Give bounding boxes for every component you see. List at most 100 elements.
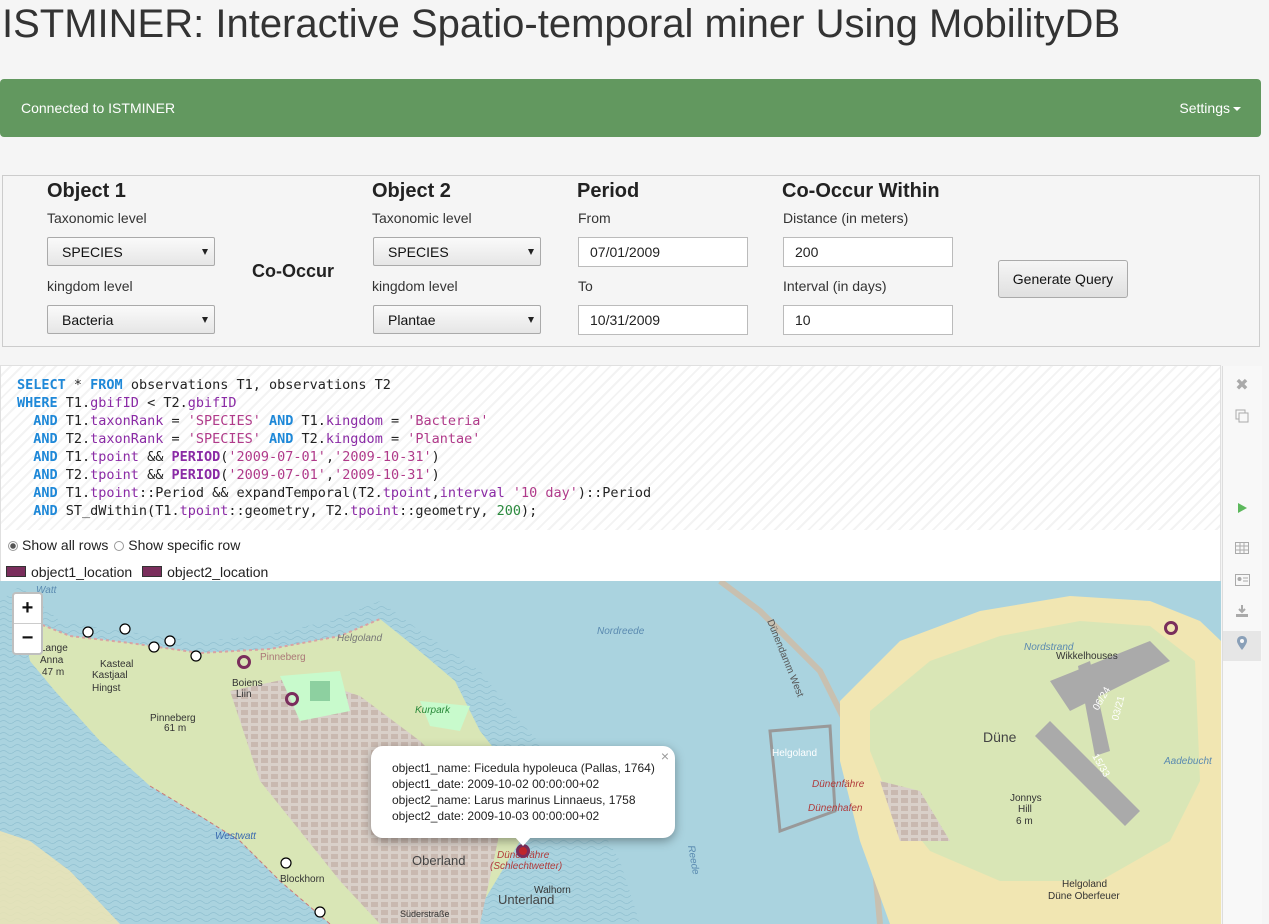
map-label: Pinneberg bbox=[260, 652, 306, 663]
generate-query-button[interactable]: Generate Query bbox=[998, 260, 1128, 298]
map-label: Kurpark bbox=[415, 705, 451, 716]
show-all-label: Show all rows bbox=[22, 537, 109, 553]
object1-kingdom-value: Bacteria bbox=[62, 312, 114, 328]
card-icon[interactable] bbox=[1223, 567, 1261, 595]
zoom-out-button[interactable]: − bbox=[14, 624, 41, 653]
map-label: Aadebucht bbox=[1163, 756, 1213, 767]
location-marker[interactable] bbox=[516, 844, 530, 858]
map-label: 6 m bbox=[1016, 816, 1033, 827]
settings-label: Settings bbox=[1179, 100, 1230, 116]
sql-line: AND ST_dWithin(T1.tpoint::geometry, T2.t… bbox=[33, 503, 538, 519]
object2-heading: Object 2 bbox=[372, 180, 451, 202]
map-label: Wikkelhouses bbox=[1056, 651, 1118, 662]
map-label: Oberland bbox=[412, 853, 465, 868]
period-to-label: To bbox=[578, 278, 593, 294]
map-label: Jonnys bbox=[1010, 793, 1042, 804]
period-to-input[interactable]: 10/31/2009 bbox=[578, 305, 748, 335]
settings-dropdown[interactable]: Settings bbox=[1179, 100, 1241, 116]
show-all-radio[interactable] bbox=[8, 541, 18, 551]
map-label: 61 m bbox=[164, 723, 186, 734]
object1-heading: Object 1 bbox=[47, 180, 126, 202]
sql-line: AND T2.tpoint && PERIOD('2009-07-01','20… bbox=[33, 467, 440, 483]
map-label: Reede bbox=[685, 845, 701, 876]
popup-object2-date: object2_date: 2009-10-03 00:00:00+02 bbox=[392, 809, 600, 823]
map-label: Lange bbox=[40, 643, 68, 654]
sql-line: WHERE T1.gbifID < T2.gbifID bbox=[17, 395, 237, 411]
sql-line: AND T1.tpoint && PERIOD('2009-07-01','20… bbox=[33, 449, 440, 465]
map-label: Nordreede bbox=[597, 626, 645, 637]
map-label: Helgoland bbox=[1062, 879, 1107, 890]
show-specific-radio[interactable] bbox=[114, 541, 125, 551]
copy-icon[interactable] bbox=[1223, 404, 1261, 432]
legend-swatch bbox=[6, 566, 26, 577]
connection-status: Connected to ISTMINER bbox=[21, 100, 176, 116]
run-icon[interactable] bbox=[1223, 495, 1261, 523]
period-heading: Period bbox=[577, 180, 640, 202]
navbar: Connected to ISTMINER Settings bbox=[0, 79, 1261, 137]
object2-kingdom-value: Plantae bbox=[388, 312, 436, 328]
download-icon[interactable] bbox=[1223, 599, 1261, 627]
object2-taxonomic-value: SPECIES bbox=[388, 244, 449, 260]
sql-line: AND T2.taxonRank = 'SPECIES' AND T2.king… bbox=[33, 431, 481, 447]
distance-input[interactable]: 200 bbox=[783, 237, 953, 267]
map-label: Helgoland bbox=[772, 748, 817, 759]
close-icon[interactable]: ✖ bbox=[1223, 372, 1261, 400]
map-label: Dünenhafen bbox=[808, 803, 863, 814]
legend-swatch bbox=[142, 566, 163, 577]
sql-query-editor[interactable]: SELECT * FROM observations T1, observati… bbox=[1, 366, 1220, 530]
map-marker-icon[interactable] bbox=[1223, 631, 1261, 661]
map-label: Kasteal bbox=[100, 659, 133, 670]
object1-taxonomic-value: SPECIES bbox=[62, 244, 123, 260]
object2-taxonomic-select[interactable]: SPECIES bbox=[373, 237, 541, 266]
object1-taxonomic-select[interactable]: SPECIES bbox=[47, 237, 215, 266]
interval-input[interactable]: 10 bbox=[783, 305, 953, 335]
row-options: Show all rows Show specific row bbox=[8, 537, 240, 553]
legend-object2: object2_location bbox=[167, 564, 269, 580]
period-from-input[interactable]: 07/01/2009 bbox=[578, 237, 748, 267]
popup-object2-name: object2_name: Larus marinus Linnaeus, 17… bbox=[392, 793, 636, 807]
map-legend: object1_location object2_location bbox=[6, 564, 268, 580]
sql-line: AND T1.taxonRank = 'SPECIES' AND T1.king… bbox=[33, 413, 489, 429]
map-label: Düne Oberfeuer bbox=[1048, 891, 1120, 902]
cooccur-label: Co-Occur bbox=[252, 261, 335, 281]
object2-kingdom-select[interactable]: Plantae bbox=[373, 305, 541, 334]
popup-object1-name: object1_name: Ficedula hypoleuca (Pallas… bbox=[392, 761, 655, 775]
map-label: Liin bbox=[236, 689, 252, 700]
table-icon[interactable] bbox=[1223, 535, 1261, 563]
map-label: Dünenfähre bbox=[812, 779, 865, 790]
interval-label: Interval (in days) bbox=[783, 278, 887, 294]
dropdown-arrow-icon bbox=[528, 317, 534, 323]
map-label: Kastjaal bbox=[92, 670, 128, 681]
map-label: Süderstraße bbox=[400, 909, 450, 919]
sql-line: AND T1.tpoint::Period && expandTemporal(… bbox=[33, 485, 652, 501]
map-label: (Schlechtwetter) bbox=[490, 861, 562, 872]
object2-kingdom-label: kingdom level bbox=[372, 278, 458, 294]
map-label: Hingst bbox=[92, 683, 121, 694]
dropdown-arrow-icon bbox=[202, 249, 208, 255]
map-label: 47 m bbox=[42, 667, 64, 678]
dropdown-arrow-icon bbox=[202, 317, 208, 323]
dropdown-arrow-icon bbox=[528, 249, 534, 255]
within-heading: Co-Occur Within bbox=[782, 180, 940, 202]
period-from-label: From bbox=[578, 210, 611, 226]
map-label: Blockhorn bbox=[280, 874, 324, 885]
object1-taxonomic-label: Taxonomic level bbox=[47, 210, 147, 226]
object1-kingdom-label: kingdom level bbox=[47, 278, 133, 294]
popup-object1-date: object1_date: 2009-10-02 00:00:00+02 bbox=[392, 777, 600, 791]
map-label: Westwatt bbox=[215, 831, 257, 842]
legend-object1: object1_location bbox=[31, 564, 133, 580]
zoom-in-button[interactable]: + bbox=[14, 594, 41, 624]
popup-tip bbox=[514, 836, 532, 846]
zoom-control: + − bbox=[12, 592, 43, 655]
map-label: Walhorn bbox=[534, 885, 571, 896]
sql-line: SELECT * FROM observations T1, observati… bbox=[17, 377, 391, 393]
map-label: Helgoland bbox=[337, 633, 382, 644]
map-label: Anna bbox=[40, 655, 64, 666]
popup-close-button[interactable]: × bbox=[661, 748, 669, 764]
object1-kingdom-select[interactable]: Bacteria bbox=[47, 305, 215, 334]
caret-down-icon bbox=[1233, 107, 1241, 112]
page-title: ISTMINER: Interactive Spatio-temporal mi… bbox=[2, 2, 1121, 46]
object2-taxonomic-label: Taxonomic level bbox=[372, 210, 472, 226]
results-toolbar: ✖ bbox=[1222, 366, 1262, 924]
map-label: Hill bbox=[1018, 804, 1032, 815]
